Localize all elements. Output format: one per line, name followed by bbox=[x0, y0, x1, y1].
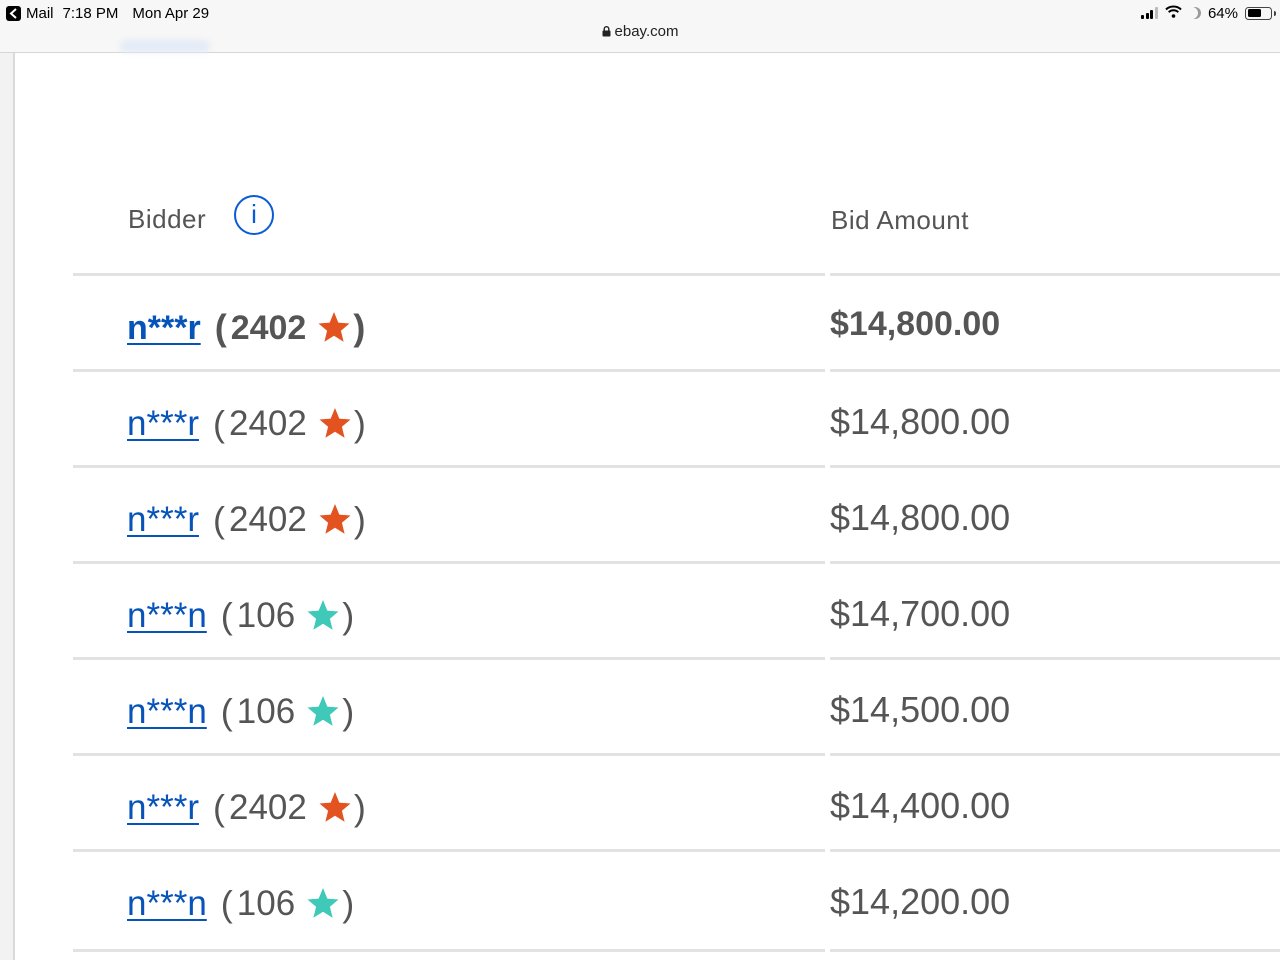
table-row: n***n ( 106 ) $14,700.00 bbox=[0, 561, 1280, 657]
row-divider bbox=[73, 753, 825, 756]
bidder-name-link[interactable]: n***n bbox=[127, 884, 207, 924]
table-row: n***r ( 2402 ) $14,800.00 bbox=[0, 273, 1280, 369]
bid-amount-cell: $14,800.00 bbox=[830, 401, 1011, 442]
row-divider bbox=[73, 949, 825, 952]
bid-amount-cell: $14,700.00 bbox=[830, 593, 1011, 634]
table-row: n***r ( 2402 ) $14,800.00 bbox=[0, 369, 1280, 465]
feedback-score: ( 2402 ) bbox=[212, 787, 366, 828]
row-divider bbox=[73, 657, 825, 660]
status-right: 64% bbox=[1134, 4, 1276, 22]
bidder-cell: n***n ( 106 ) bbox=[127, 691, 354, 733]
row-divider bbox=[73, 561, 825, 564]
bidder-name-link[interactable]: n***n bbox=[127, 692, 207, 732]
feedback-score: ( 2402 ) bbox=[212, 499, 366, 540]
bidder-name-link[interactable]: n***r bbox=[127, 500, 199, 540]
feedback-star-icon bbox=[317, 790, 353, 826]
row-divider bbox=[73, 465, 825, 468]
feedback-score-value: 2402 bbox=[228, 404, 307, 443]
bidder-name-link[interactable]: n***r bbox=[127, 404, 199, 444]
row-divider bbox=[830, 273, 1280, 276]
do-not-disturb-moon-icon bbox=[1189, 7, 1201, 19]
status-left: Mail 7:18 PM Mon Apr 29 bbox=[6, 4, 209, 22]
feedback-score-value: 106 bbox=[236, 596, 296, 635]
feedback-star-icon bbox=[316, 310, 352, 346]
bid-history-header: Bidder i Bid Amount bbox=[0, 195, 1280, 245]
row-divider bbox=[830, 753, 1280, 756]
feedback-star-icon bbox=[305, 886, 341, 922]
bid-amount-cell: $14,200.00 bbox=[830, 881, 1011, 922]
bidder-cell: n***n ( 106 ) bbox=[127, 595, 354, 637]
row-divider bbox=[830, 849, 1280, 852]
wifi-icon bbox=[1165, 5, 1182, 22]
info-icon[interactable]: i bbox=[234, 195, 274, 235]
lock-icon bbox=[602, 24, 611, 41]
cropped-link-fragment bbox=[120, 40, 210, 52]
row-divider bbox=[830, 369, 1280, 372]
table-row: n***n ( 106 ) $14,500.00 bbox=[0, 657, 1280, 753]
feedback-score-value: 2402 bbox=[230, 308, 307, 347]
feedback-score-value: 2402 bbox=[228, 788, 307, 827]
url-bar[interactable]: ebay.com bbox=[0, 23, 1280, 41]
bidder-cell: n***r ( 2402 ) bbox=[127, 499, 366, 541]
feedback-star-icon bbox=[305, 598, 341, 634]
cellular-signal-icon bbox=[1141, 7, 1158, 19]
row-divider bbox=[830, 657, 1280, 660]
feedback-star-icon bbox=[305, 694, 341, 730]
bid-amount-cell: $14,800.00 bbox=[830, 497, 1011, 538]
bidder-name-link[interactable]: n***r bbox=[127, 788, 199, 828]
feedback-score: ( 106 ) bbox=[220, 883, 355, 924]
feedback-star-icon bbox=[317, 502, 353, 538]
feedback-star-icon bbox=[317, 406, 353, 442]
battery-percent: 64% bbox=[1207, 4, 1238, 22]
feedback-score: ( 106 ) bbox=[220, 595, 355, 636]
battery-icon bbox=[1245, 6, 1276, 20]
row-divider bbox=[73, 273, 825, 276]
feedback-score-value: 106 bbox=[236, 692, 296, 731]
table-row: n***r ( 2402 ) $14,800.00 bbox=[0, 465, 1280, 561]
url-text[interactable]: ebay.com bbox=[615, 23, 679, 40]
bidder-cell: n***r ( 2402 ) bbox=[127, 403, 366, 445]
bidder-cell: n***n ( 106 ) bbox=[127, 883, 354, 925]
row-divider bbox=[830, 561, 1280, 564]
bid-amount-cell: $14,800.00 bbox=[830, 305, 1001, 343]
bid-amount-cell: $14,500.00 bbox=[830, 689, 1011, 730]
row-divider bbox=[830, 465, 1280, 468]
bidder-name-link[interactable]: n***n bbox=[127, 596, 207, 636]
back-app-label[interactable]: Mail bbox=[26, 5, 54, 22]
bid-amount-column-header: Bid Amount bbox=[831, 205, 969, 235]
row-divider bbox=[73, 369, 825, 372]
bidder-column-header: Bidder bbox=[128, 204, 207, 234]
bidder-cell: n***r ( 2402 ) bbox=[127, 307, 365, 349]
bid-amount-cell: $14,400.00 bbox=[830, 785, 1011, 826]
status-date: Mon Apr 29 bbox=[132, 4, 210, 22]
status-time: 7:18 PM bbox=[62, 4, 119, 22]
feedback-score-value: 106 bbox=[236, 884, 296, 923]
feedback-score: ( 2402 ) bbox=[212, 403, 366, 444]
back-to-app-icon[interactable] bbox=[6, 5, 21, 21]
table-row: n***r ( 2402 ) $14,400.00 bbox=[0, 753, 1280, 849]
feedback-score: ( 2402 ) bbox=[214, 307, 366, 348]
feedback-score: ( 106 ) bbox=[220, 691, 355, 732]
bidder-name-link[interactable]: n***r bbox=[127, 309, 201, 348]
row-divider bbox=[830, 949, 1280, 952]
feedback-score-value: 2402 bbox=[228, 500, 307, 539]
bidder-cell: n***r ( 2402 ) bbox=[127, 787, 366, 829]
table-row: n***n ( 106 ) $14,200.00 bbox=[0, 849, 1280, 945]
row-divider bbox=[73, 849, 825, 852]
